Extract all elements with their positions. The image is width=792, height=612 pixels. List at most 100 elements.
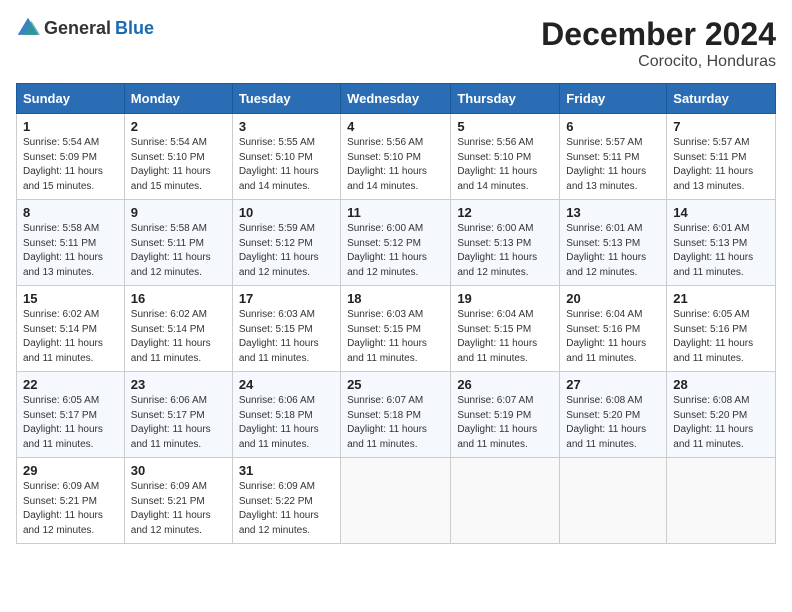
weekday-header-monday: Monday <box>124 84 232 114</box>
day-info: Sunrise: 6:05 AMSunset: 5:16 PMDaylight:… <box>673 308 769 366</box>
day-number: 11 <box>347 205 444 220</box>
day-number: 19 <box>457 291 553 306</box>
day-cell: 24 Sunrise: 6:06 AMSunset: 5:18 PMDayligh… <box>232 372 340 458</box>
day-info: Sunrise: 6:05 AMSunset: 5:17 PMDaylight:… <box>23 394 118 452</box>
day-info: Sunrise: 6:07 AMSunset: 5:18 PMDaylight:… <box>347 394 444 452</box>
day-number: 22 <box>23 377 118 392</box>
day-info: Sunrise: 5:55 AMSunset: 5:10 PMDaylight:… <box>239 136 334 194</box>
day-cell: 1 Sunrise: 5:54 AMSunset: 5:09 PMDaylight… <box>17 114 125 200</box>
day-cell: 9Sunrise: 5:58 AMSunset: 5:11 PMDaylight… <box>124 200 232 286</box>
logo-icon <box>16 16 40 40</box>
logo-text: GeneralBlue <box>16 16 154 40</box>
day-info: Sunrise: 6:00 AMSunset: 5:13 PMDaylight:… <box>457 222 553 280</box>
day-info: Sunrise: 5:54 AMSunset: 5:10 PMDaylight:… <box>131 136 226 194</box>
day-cell <box>451 458 560 544</box>
day-number: 17 <box>239 291 334 306</box>
day-number: 16 <box>131 291 226 306</box>
month-year: December 2024 <box>541 16 776 53</box>
day-cell: 19Sunrise: 6:04 AMSunset: 5:15 PMDayligh… <box>451 286 560 372</box>
day-number: 23 <box>131 377 226 392</box>
day-cell: 17 Sunrise: 6:03 AMSunset: 5:15 PMDayligh… <box>232 286 340 372</box>
day-number: 30 <box>131 463 226 478</box>
day-number: 14 <box>673 205 769 220</box>
weekday-header-wednesday: Wednesday <box>341 84 451 114</box>
day-info: Sunrise: 5:58 AMSunset: 5:11 PMDaylight:… <box>131 222 226 280</box>
day-number: 3 <box>239 119 334 134</box>
day-info: Sunrise: 6:03 AMSunset: 5:15 PMDaylight:… <box>347 308 444 366</box>
header: GeneralBlue December 2024 Corocito, Hond… <box>16 16 776 71</box>
day-number: 8 <box>23 205 118 220</box>
weekday-header-tuesday: Tuesday <box>232 84 340 114</box>
day-number: 12 <box>457 205 553 220</box>
day-cell: 31Sunrise: 6:09 AMSunset: 5:22 PMDayligh… <box>232 458 340 544</box>
day-number: 1 <box>23 119 118 134</box>
day-cell: 30Sunrise: 6:09 AMSunset: 5:21 PMDayligh… <box>124 458 232 544</box>
day-number: 24 <box>239 377 334 392</box>
day-info: Sunrise: 6:04 AMSunset: 5:16 PMDaylight:… <box>566 308 660 366</box>
day-cell: 4Sunrise: 5:56 AMSunset: 5:10 PMDaylight… <box>341 114 451 200</box>
weekday-header-saturday: Saturday <box>667 84 776 114</box>
day-info: Sunrise: 6:01 AMSunset: 5:13 PMDaylight:… <box>566 222 660 280</box>
day-number: 31 <box>239 463 334 478</box>
day-cell: 22 Sunrise: 6:05 AMSunset: 5:17 PMDayligh… <box>17 372 125 458</box>
day-cell: 7Sunrise: 5:57 AMSunset: 5:11 PMDaylight… <box>667 114 776 200</box>
day-info: Sunrise: 5:56 AMSunset: 5:10 PMDaylight:… <box>457 136 553 194</box>
day-cell: 14 Sunrise: 6:01 AMSunset: 5:13 PMDayligh… <box>667 200 776 286</box>
day-info: Sunrise: 6:00 AMSunset: 5:12 PMDaylight:… <box>347 222 444 280</box>
weekday-header-row: SundayMondayTuesdayWednesdayThursdayFrid… <box>17 84 776 114</box>
day-number: 26 <box>457 377 553 392</box>
day-number: 10 <box>239 205 334 220</box>
day-cell <box>560 458 667 544</box>
week-row-3: 15 Sunrise: 6:02 AMSunset: 5:14 PMDayligh… <box>17 286 776 372</box>
day-info: Sunrise: 6:09 AMSunset: 5:21 PMDaylight:… <box>23 480 118 538</box>
day-info: Sunrise: 6:08 AMSunset: 5:20 PMDaylight:… <box>566 394 660 452</box>
day-cell: 25 Sunrise: 6:07 AMSunset: 5:18 PMDayligh… <box>341 372 451 458</box>
day-number: 5 <box>457 119 553 134</box>
day-cell: 21 Sunrise: 6:05 AMSunset: 5:16 PMDayligh… <box>667 286 776 372</box>
logo-general: General <box>44 19 111 37</box>
day-cell: 28Sunrise: 6:08 AMSunset: 5:20 PMDayligh… <box>667 372 776 458</box>
weekday-header-friday: Friday <box>560 84 667 114</box>
day-cell: 15Sunrise: 6:02 AMSunset: 5:14 PMDayligh… <box>17 286 125 372</box>
day-number: 6 <box>566 119 660 134</box>
day-info: Sunrise: 5:57 AMSunset: 5:11 PMDaylight:… <box>566 136 660 194</box>
day-number: 25 <box>347 377 444 392</box>
day-cell: 3 Sunrise: 5:55 AMSunset: 5:10 PMDaylight… <box>232 114 340 200</box>
weekday-header-thursday: Thursday <box>451 84 560 114</box>
day-cell: 13 Sunrise: 6:01 AMSunset: 5:13 PMDayligh… <box>560 200 667 286</box>
weekday-header-sunday: Sunday <box>17 84 125 114</box>
day-cell: 5 Sunrise: 5:56 AMSunset: 5:10 PMDaylight… <box>451 114 560 200</box>
day-number: 29 <box>23 463 118 478</box>
day-cell: 12 Sunrise: 6:00 AMSunset: 5:13 PMDayligh… <box>451 200 560 286</box>
week-row-2: 8 Sunrise: 5:58 AMSunset: 5:11 PMDaylight… <box>17 200 776 286</box>
logo-blue: Blue <box>115 19 154 37</box>
day-info: Sunrise: 6:03 AMSunset: 5:15 PMDaylight:… <box>239 308 334 366</box>
day-info: Sunrise: 5:54 AMSunset: 5:09 PMDaylight:… <box>23 136 118 194</box>
day-number: 4 <box>347 119 444 134</box>
day-info: Sunrise: 5:59 AMSunset: 5:12 PMDaylight:… <box>239 222 334 280</box>
week-row-4: 22 Sunrise: 6:05 AMSunset: 5:17 PMDayligh… <box>17 372 776 458</box>
day-number: 18 <box>347 291 444 306</box>
day-info: Sunrise: 6:08 AMSunset: 5:20 PMDaylight:… <box>673 394 769 452</box>
day-cell: 18 Sunrise: 6:03 AMSunset: 5:15 PMDayligh… <box>341 286 451 372</box>
day-number: 21 <box>673 291 769 306</box>
day-cell: 26Sunrise: 6:07 AMSunset: 5:19 PMDayligh… <box>451 372 560 458</box>
day-cell: 27 Sunrise: 6:08 AMSunset: 5:20 PMDayligh… <box>560 372 667 458</box>
day-info: Sunrise: 5:58 AMSunset: 5:11 PMDaylight:… <box>23 222 118 280</box>
day-cell: 29 Sunrise: 6:09 AMSunset: 5:21 PMDayligh… <box>17 458 125 544</box>
day-number: 13 <box>566 205 660 220</box>
day-info: Sunrise: 6:01 AMSunset: 5:13 PMDaylight:… <box>673 222 769 280</box>
day-info: Sunrise: 6:02 AMSunset: 5:14 PMDaylight:… <box>131 308 226 366</box>
day-number: 20 <box>566 291 660 306</box>
day-number: 27 <box>566 377 660 392</box>
logo: GeneralBlue <box>16 16 154 40</box>
day-number: 15 <box>23 291 118 306</box>
day-info: Sunrise: 6:06 AMSunset: 5:18 PMDaylight:… <box>239 394 334 452</box>
day-cell: 11 Sunrise: 6:00 AMSunset: 5:12 PMDayligh… <box>341 200 451 286</box>
day-info: Sunrise: 6:06 AMSunset: 5:17 PMDaylight:… <box>131 394 226 452</box>
day-number: 7 <box>673 119 769 134</box>
day-cell: 20 Sunrise: 6:04 AMSunset: 5:16 PMDayligh… <box>560 286 667 372</box>
day-cell: 16 Sunrise: 6:02 AMSunset: 5:14 PMDayligh… <box>124 286 232 372</box>
location: Corocito, Honduras <box>541 53 776 71</box>
day-cell: 23 Sunrise: 6:06 AMSunset: 5:17 PMDayligh… <box>124 372 232 458</box>
